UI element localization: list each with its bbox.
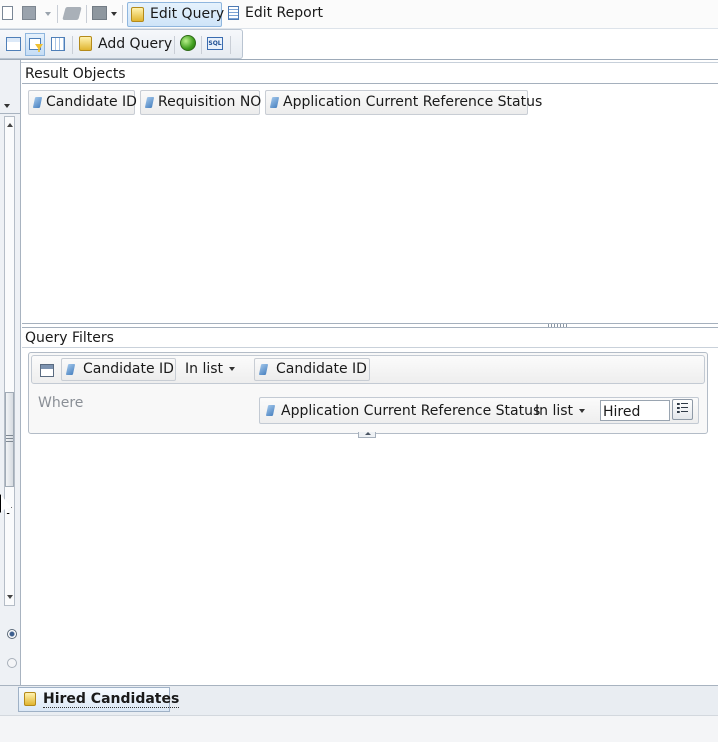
result-object-chip[interactable]: Candidate ID	[28, 90, 137, 115]
result-objects-view-icon[interactable]	[6, 37, 21, 51]
tab-label: Hired Candidates	[43, 691, 180, 708]
print-icon[interactable]	[62, 7, 82, 20]
where-label: Where	[38, 395, 84, 411]
toolbar-spacer	[243, 29, 718, 59]
new-document-icon[interactable]	[2, 6, 13, 20]
edit-query-icon	[131, 7, 144, 22]
filter-operator-label: In list	[535, 403, 574, 419]
dimension-icon	[265, 405, 276, 416]
collapse-handle[interactable]	[358, 432, 376, 438]
result-object-label: Requisition NO	[158, 94, 262, 110]
query-filters-title: Query Filters	[25, 330, 114, 346]
dimension-icon	[269, 97, 280, 108]
filter-operator-label: In list	[185, 361, 224, 377]
dimension-icon	[32, 97, 43, 108]
scroll-down-icon[interactable]	[7, 595, 13, 599]
status-bar	[0, 715, 718, 742]
panel-divider	[0, 113, 20, 114]
add-query-icon[interactable]	[79, 36, 92, 51]
data-preview-icon[interactable]	[51, 37, 65, 51]
filter-operand-label: Candidate ID	[276, 361, 367, 377]
sql-icon[interactable]: SQL	[207, 37, 223, 50]
main-toolbar: Edit Query Edit Report	[0, 0, 718, 29]
dimension-icon	[65, 364, 76, 375]
filter-object-label[interactable]: Application Current Reference Status	[281, 403, 540, 419]
result-object-label: Application Current Reference Status	[283, 94, 543, 110]
result-object-chip[interactable]: Application Current Reference Status	[265, 90, 542, 115]
query-tab-icon	[24, 692, 36, 706]
filter-operator-dropdown[interactable]: In list	[185, 361, 236, 377]
chevron-down-icon[interactable]	[45, 12, 51, 16]
result-object-label: Candidate ID	[46, 94, 137, 110]
radio-icon[interactable]	[7, 658, 17, 668]
combined-query-icon[interactable]	[180, 35, 196, 51]
chevron-down-icon[interactable]	[111, 12, 117, 16]
add-query-button[interactable]: Add Query	[98, 36, 172, 52]
export-icon[interactable]	[92, 6, 107, 20]
filter-object-chip[interactable]: Candidate ID	[61, 358, 176, 381]
chevron-down-icon[interactable]	[4, 104, 10, 108]
save-icon[interactable]	[22, 6, 36, 20]
filter-object-label: Candidate ID	[83, 361, 174, 377]
chevron-down-icon	[579, 409, 586, 413]
result-object-chip[interactable]: Requisition NO	[140, 90, 262, 115]
query-toolbar: Add Query SQL	[0, 29, 243, 59]
edit-query-label: Edit Query	[150, 6, 225, 22]
value-list-button[interactable]	[672, 399, 693, 420]
filter-row[interactable]: Candidate ID In list Candidate ID	[31, 355, 705, 384]
edit-report-icon[interactable]	[228, 6, 239, 20]
grip-icon	[6, 435, 13, 442]
tab-hired-candidates[interactable]: Hired Candidates	[18, 687, 180, 712]
dimension-icon	[258, 364, 269, 375]
edit-query-button[interactable]: Edit Query	[127, 2, 225, 27]
edit-report-button[interactable]: Edit Report	[245, 5, 323, 21]
result-objects-title: Result Objects	[25, 66, 126, 82]
radio-icon[interactable]	[7, 629, 17, 639]
chevron-down-icon	[229, 367, 236, 371]
filter-settings-icon[interactable]	[40, 364, 54, 377]
filter-view-icon[interactable]	[25, 33, 45, 56]
left-scrollbar[interactable]	[4, 116, 15, 606]
filter-operator-dropdown[interactable]: In list	[535, 403, 586, 419]
scroll-up-icon[interactable]	[7, 123, 13, 127]
filter-operand-chip[interactable]: Candidate ID	[254, 358, 370, 381]
filter-value-input[interactable]: Hired	[600, 400, 670, 421]
dimension-icon	[144, 97, 155, 108]
